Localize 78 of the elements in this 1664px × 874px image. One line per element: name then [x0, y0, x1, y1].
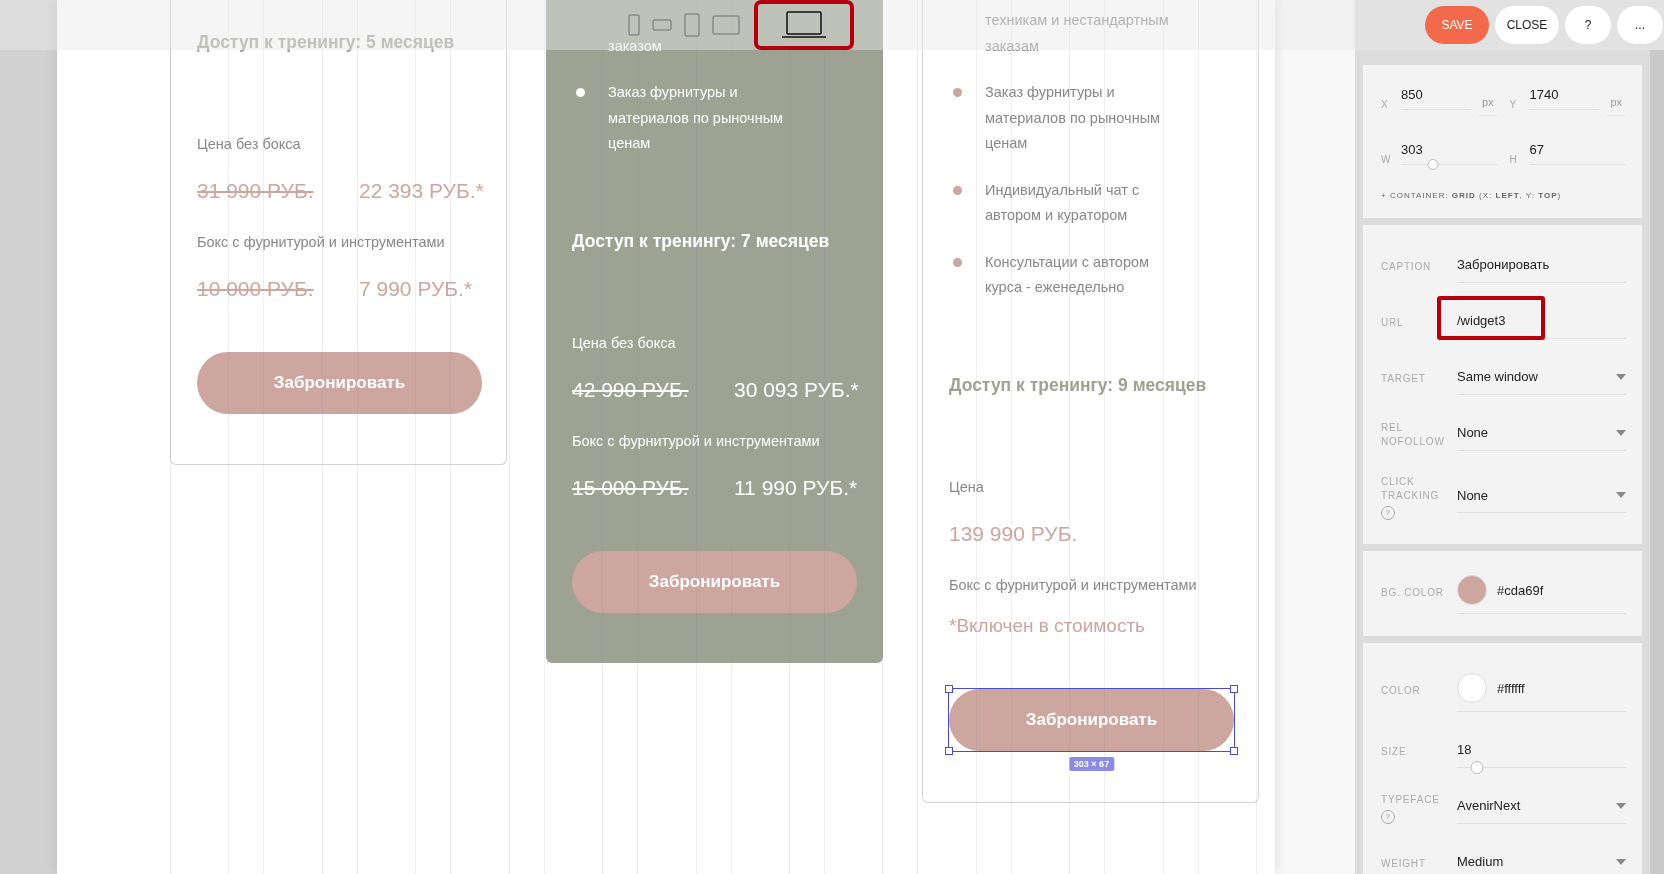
select-field[interactable]: None	[1457, 419, 1626, 451]
field-label: W	[1381, 154, 1392, 167]
caret-icon	[1616, 802, 1626, 809]
color-field[interactable]: #cda69f	[1457, 571, 1626, 614]
select-field[interactable]: Same window	[1457, 363, 1626, 395]
color-field[interactable]: #ffffff	[1457, 669, 1626, 712]
access-heading: Доступ к тренингу: 7 месяцев	[572, 229, 831, 253]
new-price: 30 093 РУБ.*	[734, 376, 859, 403]
access-heading: Доступ к тренингу: 5 месяцев	[197, 31, 456, 54]
toolbar-button[interactable]: ...	[1617, 6, 1663, 44]
price: 139 990 РУБ.	[949, 520, 1079, 547]
field-label: X	[1381, 99, 1389, 112]
field-label: Y	[1509, 99, 1518, 112]
color-swatch[interactable]	[1457, 673, 1487, 703]
field-label: BG. COLOR	[1381, 585, 1444, 600]
price-label: Бокс с фурнитурой и инструментами	[197, 233, 446, 252]
select-field[interactable]: None	[1457, 482, 1626, 513]
tablet-icon	[684, 13, 700, 37]
slider-thumb[interactable]	[1470, 760, 1484, 774]
price-label: Цена без бокса	[572, 333, 677, 353]
select-field[interactable]: Medium	[1457, 848, 1626, 874]
old-price: 15 000 РУБ.	[572, 474, 690, 501]
color-swatch[interactable]	[1457, 575, 1487, 605]
price-label: Бокс с фурнитурой и инструментами	[949, 575, 1198, 595]
resize-handle[interactable]	[945, 746, 953, 755]
number-field[interactable]: 67	[1529, 138, 1626, 171]
phone-icon	[652, 19, 672, 31]
number-field[interactable]: 850	[1401, 83, 1470, 116]
toolbar-button[interactable]: ?	[1565, 6, 1611, 44]
feature-text: Консультации с автором курса - еженедельно	[985, 252, 1151, 297]
slider-thumb[interactable]	[1427, 159, 1439, 170]
text-field[interactable]: Забронировать	[1457, 251, 1626, 283]
size-badge: 303 × 67	[1068, 756, 1115, 771]
feature-text: техникам и нестандартным заказам	[985, 11, 1170, 56]
field-label: SIZE	[1381, 745, 1407, 759]
included-note: *Включен в стоимость	[949, 613, 1147, 638]
field-label: URL	[1381, 316, 1404, 330]
scrollbar[interactable]	[1650, 50, 1664, 874]
new-price: 11 990 РУБ.*	[734, 474, 858, 501]
caret-icon	[1616, 492, 1626, 498]
text-field[interactable]: /widget3	[1457, 307, 1626, 339]
feature-text: Заказ фурнитуры и материалов по рыночным ценам	[608, 83, 785, 153]
field-label: CAPTION	[1381, 260, 1432, 274]
field-label: COLOR	[1381, 683, 1421, 698]
old-price: 42 990 РУБ.	[572, 376, 690, 403]
field-label: TARGET	[1381, 372, 1426, 386]
phone-icon	[628, 14, 640, 36]
field-label: WEIGHT	[1381, 857, 1426, 871]
toolbar-button[interactable]: CLOSE	[1495, 6, 1559, 44]
caret-icon	[1616, 373, 1626, 380]
resize-handle[interactable]	[1230, 746, 1238, 755]
unit-label: px	[1477, 96, 1498, 116]
feature-text: Заказ фурнитуры и материалов по рыночным ценам	[985, 83, 1162, 153]
access-heading: Доступ к тренингу: 9 месяцев	[949, 373, 1208, 397]
number-field[interactable]: 303	[1401, 138, 1498, 171]
laptop-icon	[782, 11, 826, 39]
old-price: 31 990 РУБ.	[197, 178, 315, 204]
caret-icon	[1616, 858, 1626, 865]
new-price: 22 393 РУБ.*	[359, 178, 484, 204]
tablet-icon	[712, 15, 740, 35]
new-price: 7 990 РУБ.*	[359, 276, 474, 302]
price-label: Цена без бокса	[197, 135, 302, 154]
unit-label: px	[1606, 96, 1626, 116]
field-label: CLICK TRACKING	[1381, 475, 1441, 503]
container-note[interactable]: + CONTAINER: GRID (X: LEFT, Y: TOP)	[1381, 191, 1626, 200]
feature-text: Индивидуальный чат с автором и куратором	[985, 180, 1141, 225]
price-label: Цена	[949, 477, 985, 497]
number-field[interactable]: 1740	[1529, 83, 1599, 116]
feature-text: заказом	[608, 36, 663, 56]
price-label: Бокс с фурнитурой и инструментами	[572, 431, 821, 451]
field-label: TYPEFACE	[1381, 792, 1440, 807]
caret-icon	[1616, 429, 1626, 436]
field-label: REL NOFOLLOW	[1381, 421, 1446, 449]
select-field[interactable]: AvenirNext	[1457, 792, 1626, 824]
resize-handle[interactable]	[1230, 684, 1238, 693]
resize-handle[interactable]	[945, 684, 953, 693]
old-price: 10 000 РУБ.	[197, 276, 315, 302]
field-label: H	[1509, 154, 1518, 167]
